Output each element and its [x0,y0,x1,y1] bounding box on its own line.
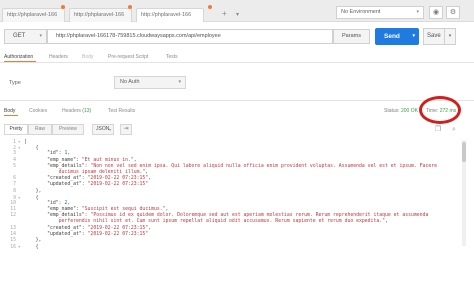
status-label: Status: [384,108,400,114]
annotation-circle [419,96,461,124]
auth-type-label: Type [9,80,21,86]
response-tab-test-results[interactable]: Test Results [108,108,135,114]
tab-authorization-label: Authorization [4,54,34,60]
wrap-lines-icon[interactable]: ⇥ [120,124,132,135]
url-value: http://phplaravel-166178-759815.cloudway… [56,33,221,39]
status-value: 200 OK [400,108,418,114]
save-button[interactable]: Save [423,28,445,45]
url-input[interactable]: http://phplaravel-166178-759815.cloudway… [47,29,333,44]
response-tab-headers[interactable]: Headers (13) [62,108,91,114]
request-tab-3[interactable]: http://phplaravel-166 [136,8,204,22]
code-lines: 1 ▾[2 ▾ {3 "id": 1, 4 "emp_name": "Et aut m… [0,139,460,250]
code-text: "updated_at": "2019-02-22 07:23:15" [47,182,149,188]
response-body-code[interactable]: 1 ▾[2 ▾ {3 "id": 1, 4 "emp_name": "Et aut m… [0,139,460,250]
code-line: 16 ▾ { [0,244,460,250]
send-button[interactable]: Send ▾ [375,28,419,45]
save-button-label: Save [427,33,441,39]
code-text: "id": 2, [47,200,71,206]
copy-icon[interactable]: ❐ [433,124,443,135]
preview-button[interactable]: Preview [52,124,84,135]
postman-window: http://phplaravel-166 http://phplaravel-… [0,0,474,250]
tab-authorization[interactable]: Authorization [4,54,33,60]
code-text: "emp_name": "Et aut minus in.", [47,157,137,163]
response-tab-body[interactable]: Body [4,108,15,114]
code-text: "created_at": "2019-02-22 07:23:15", [47,225,152,231]
code-text: "emp_details": "Non non vel sed enim ips… [47,163,437,169]
tab-body-label: Body [82,54,94,60]
tab-headers-label: Headers [49,54,68,60]
eye-icon[interactable]: ◉ [429,6,443,19]
environment-select[interactable]: No Environment ▾ [336,6,424,19]
response-tab-test-results-label: Test Results [108,108,136,114]
environment-select-value: No Environment [341,9,381,15]
save-options-chevron-icon[interactable]: ▾ [445,28,456,45]
response-tab-body-label: Body [4,108,16,114]
tab-tests-label: Tests [166,54,178,60]
response-tab-cookies-label: Cookies [29,108,48,114]
code-text: { [35,245,39,251]
pretty-button[interactable]: Pretty [4,124,28,135]
response-status: Status: 200 OK [384,108,418,114]
tab-pre-request-script-label: Pre-request Script [108,54,149,60]
tab-pre-request-script[interactable]: Pre-request Script [108,54,148,60]
chevron-down-icon: ▾ [39,33,42,39]
unsaved-dot-icon [128,5,132,9]
line-number: 16 [10,245,16,251]
code-text: }, [35,188,42,194]
auth-type-select[interactable]: No Auth ▾ [114,76,186,89]
code-text: ducimus ipsam deleniti illum.", [58,169,149,175]
response-tab-headers-label: Headers [62,108,81,114]
tab-body[interactable]: Body [82,54,93,60]
raw-button[interactable]: Raw [28,124,52,135]
code-text: }, [35,238,42,243]
divider [0,100,474,101]
request-tab-1-label: http://phplaravel-166 [7,12,58,18]
code-text: "created_at": "2019-02-22 07:23:15", [47,176,152,182]
raw-button-label: Raw [34,126,45,132]
response-tab-cookies[interactable]: Cookies [29,108,47,114]
params-button[interactable]: Params [333,29,370,44]
headers-count-badge: (13) [82,108,92,114]
search-icon[interactable]: ⌕ [449,124,459,135]
gear-icon[interactable]: ⚙ [446,6,460,19]
request-tab-2[interactable]: http://phplaravel-166 [69,8,132,22]
format-select-value: JSON [96,126,110,132]
tab-tests[interactable]: Tests [166,54,178,60]
auth-type-value: No Auth [120,79,140,85]
active-response-tab-indicator [4,115,18,116]
chevron-down-icon: ▾ [178,79,181,85]
request-tab-2-label: http://phplaravel-166 [74,12,125,18]
code-text: "id": 1, [47,151,71,157]
chevron-down-icon: ▾ [416,9,419,15]
chevron-down-icon: ▾ [108,127,111,132]
request-tab-3-label: http://phplaravel-166 [141,12,192,18]
request-tab-1[interactable]: http://phplaravel-166 [2,8,65,22]
unsaved-dot-icon [61,5,65,9]
tab-headers[interactable]: Headers [49,54,68,60]
unsaved-dot-icon [208,5,212,9]
scrollbar-thumb[interactable] [462,142,466,162]
code-text: "updated_at": "2019-02-22 07:23:15" [47,231,149,237]
format-select[interactable]: JSON ▾ [92,124,114,135]
divider [0,62,474,63]
code-text: perferendis nihil sint et. Cum sunt ipsu… [58,219,388,225]
new-tab-plus-icon[interactable]: + [222,10,227,18]
chevron-down-icon: ▾ [412,33,415,39]
method-value: GET [13,33,26,39]
send-button-label: Send [384,33,400,40]
code-text: "emp_name": "Suscipit est sequi ducimus.… [47,207,169,213]
method-select[interactable]: GET ▾ [4,29,47,44]
code-text: "emp_details": "Possimus id ex quidem do… [47,213,429,219]
pretty-button-label: Pretty [9,126,23,132]
params-button-label: Params [342,33,361,39]
preview-button-label: Preview [59,126,77,132]
tab-overflow-chevron-icon[interactable]: ▾ [236,11,239,19]
